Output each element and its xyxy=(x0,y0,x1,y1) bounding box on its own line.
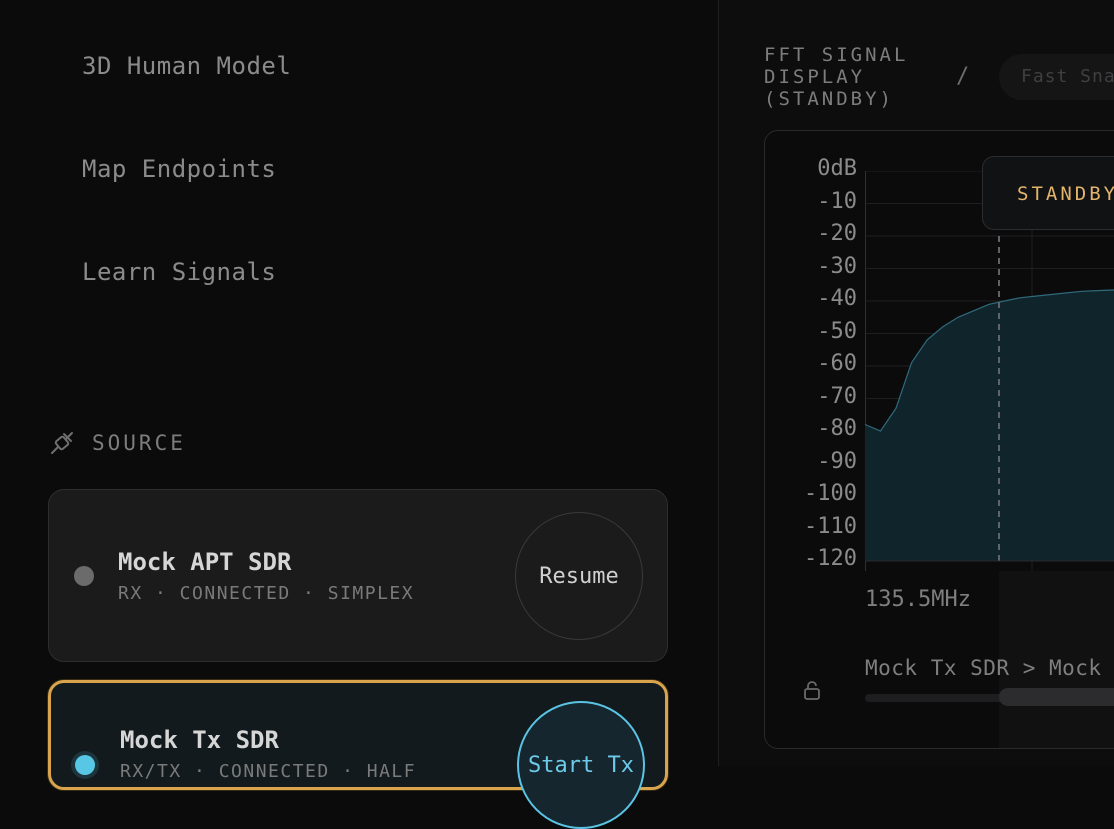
status-dot xyxy=(74,566,94,586)
fft-title: FFT SIGNAL DISPLAY (STANDBY) xyxy=(764,44,909,110)
nav-item-map-endpoints[interactable]: Map Endpoints xyxy=(82,155,276,183)
breadcrumb-separator: / xyxy=(956,64,970,89)
spectrum-plot xyxy=(865,171,1114,571)
plug-icon xyxy=(51,432,73,454)
y-tick-label: -110 xyxy=(804,513,857,539)
y-tick-label: 0dB xyxy=(817,156,857,181)
device-name: Mock Tx SDR xyxy=(120,726,279,754)
source-label: SOURCE xyxy=(92,431,186,455)
y-tick-label: -80 xyxy=(817,416,857,441)
device-card-mock-apt-sdr[interactable]: Mock APT SDR RX · CONNECTED · SIMPLEX Re… xyxy=(48,489,668,662)
nav-item-3d-human-model[interactable]: 3D Human Model xyxy=(82,52,291,80)
resume-button[interactable]: Resume xyxy=(515,512,643,640)
spectrum-area xyxy=(865,289,1114,561)
start-tx-button[interactable]: Start Tx xyxy=(517,701,645,829)
y-tick-label: -70 xyxy=(817,383,857,409)
y-tick-label: -20 xyxy=(817,221,857,246)
standby-tooltip: STANDBY xyxy=(982,156,1114,230)
fft-pane: FFT SIGNAL DISPLAY (STANDBY) / Fast Snap… xyxy=(719,0,1114,766)
device-status: RX · CONNECTED · SIMPLEX xyxy=(118,583,415,604)
device-card-mock-tx-sdr[interactable]: Mock Tx SDR RX/TX · CONNECTED · HALF Sta… xyxy=(48,680,668,829)
preset-selector[interactable]: Fast Snap xyxy=(999,54,1114,100)
device-status: RX/TX · CONNECTED · HALF xyxy=(120,761,417,782)
y-tick-label: -50 xyxy=(817,318,857,344)
status-dot xyxy=(75,755,95,775)
y-tick-label: -10 xyxy=(817,188,857,214)
route-path: Mock Tx SDR > Mock xyxy=(865,656,1102,680)
range-slider-thumb[interactable] xyxy=(999,688,1114,706)
y-tick-label: -120 xyxy=(804,546,857,571)
nav-item-learn-signals[interactable]: Learn Signals xyxy=(82,258,276,286)
y-tick-label: -60 xyxy=(817,351,857,376)
y-tick-label: -100 xyxy=(804,481,857,506)
y-tick-label: -40 xyxy=(817,286,857,311)
y-tick-label: -30 xyxy=(817,253,857,279)
sidebar: 3D Human Model Map Endpoints Learn Signa… xyxy=(0,0,718,829)
source-section-header: SOURCE xyxy=(48,428,186,458)
lock-icon[interactable] xyxy=(802,679,822,701)
fft-chart-panel: 0dB -10 -20 -30 -40 -50 -60 -70 -80 -90 -100 -110 -1… xyxy=(764,130,1114,749)
x-tick-label: 135.5MHz xyxy=(865,587,971,612)
device-name: Mock APT SDR xyxy=(118,548,292,576)
y-tick-label: -90 xyxy=(817,448,857,474)
